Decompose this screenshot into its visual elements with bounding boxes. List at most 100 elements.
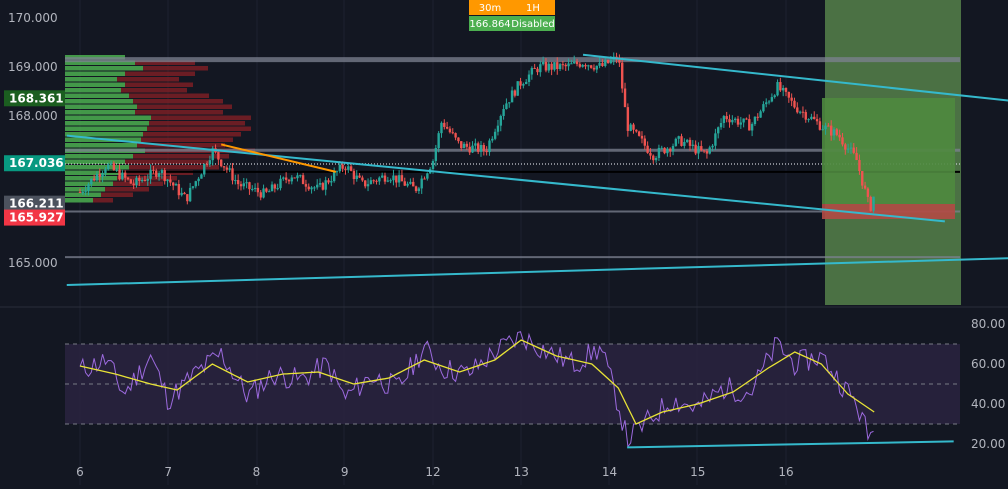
candle-body: [519, 81, 522, 86]
price-tick-label: 169.000: [8, 60, 58, 74]
candle-body: [434, 147, 438, 162]
candle-body: [544, 61, 548, 71]
candle-body: [169, 179, 172, 183]
candle-body: [711, 145, 714, 148]
profile-bar-down: [117, 77, 179, 82]
candle-body: [282, 177, 285, 179]
candle-body: [163, 170, 166, 182]
candle-body: [685, 139, 689, 142]
candle-body: [553, 62, 556, 70]
candle-body: [92, 178, 96, 181]
candle-body: [810, 116, 813, 120]
rsi-tick-label: 20.00: [971, 437, 1005, 451]
candle-body: [358, 175, 361, 178]
price-tick-label: 170.000: [8, 11, 58, 25]
candle-body: [516, 81, 519, 96]
profile-bar-down: [151, 115, 251, 120]
candle-body: [234, 180, 237, 182]
profile-bar-up: [65, 198, 93, 203]
candle-body: [265, 188, 268, 192]
profile-bar-down: [93, 198, 113, 203]
price-tick-label: 168.000: [8, 109, 58, 123]
candle-body: [855, 152, 858, 160]
candle-body: [330, 181, 333, 183]
candle-body: [412, 181, 415, 187]
candle-body: [866, 188, 870, 197]
position-target-area[interactable]: [822, 98, 955, 204]
candle-body: [180, 192, 183, 196]
candle-body: [829, 125, 833, 136]
candle-body: [380, 175, 384, 178]
candle-body: [149, 169, 152, 179]
candle-body: [471, 145, 474, 153]
candle-body: [623, 88, 627, 108]
candle-body: [796, 107, 799, 113]
candle-body: [541, 61, 545, 65]
candle-body: [589, 65, 593, 68]
candle-body: [121, 172, 124, 180]
candle-body: [200, 174, 203, 179]
candle-body: [118, 169, 121, 180]
candle-body: [598, 63, 601, 66]
time-tick-label: 9: [341, 465, 349, 479]
candle-body: [530, 68, 534, 75]
candle-body: [454, 133, 457, 138]
candle-body: [657, 147, 661, 158]
candle-body: [104, 169, 107, 174]
candle-body: [510, 90, 514, 103]
candle-body: [666, 148, 669, 154]
candle-body: [669, 148, 672, 152]
price-badge-label: 165.927: [9, 211, 64, 225]
candle-body: [649, 152, 652, 156]
candle-body: [414, 186, 418, 192]
profile-bar-up: [65, 110, 135, 115]
candle-body: [558, 64, 562, 69]
candle-body: [208, 160, 212, 165]
candle-body: [355, 175, 358, 180]
profile-bar-down: [133, 99, 223, 104]
candle-body: [776, 82, 779, 96]
candle-body: [327, 180, 330, 183]
profile-bar-down: [101, 192, 133, 197]
candle-body: [392, 175, 395, 181]
candle-body: [126, 177, 130, 180]
candle-body: [239, 184, 243, 187]
candle-body: [584, 64, 587, 67]
candle-body: [318, 183, 322, 185]
candle-body: [606, 60, 610, 64]
candle-body: [157, 173, 161, 177]
candle-body: [457, 137, 460, 142]
profile-bar-down: [147, 126, 251, 131]
candle-body: [304, 184, 308, 187]
profile-bar-down: [141, 137, 233, 142]
candle-body: [491, 138, 494, 141]
candle-body: [643, 138, 646, 146]
candle-body: [259, 192, 262, 198]
candle-body: [256, 187, 260, 193]
candle-body: [417, 188, 421, 192]
candle-body: [431, 161, 435, 169]
candle-body: [496, 125, 500, 132]
candle-body: [78, 191, 82, 193]
candle-body: [626, 107, 630, 131]
candle-body: [445, 126, 449, 129]
candle-body: [253, 187, 257, 189]
chart-root[interactable]: 170.000 169.000 168.000 165.000 80.00 60.00 4…: [0, 0, 1008, 485]
candle-body: [369, 180, 373, 185]
candle-body: [844, 144, 847, 150]
candle-body: [440, 122, 443, 134]
candle-body: [725, 116, 728, 120]
candle-body: [290, 177, 293, 182]
candle-body: [220, 159, 223, 167]
candle-body: [646, 145, 649, 153]
candle-body: [395, 175, 398, 183]
candle-body: [697, 146, 700, 154]
candle-body: [383, 175, 387, 182]
chart-canvas[interactable]: 170.000 169.000 168.000 165.000 80.00 60.00 4…: [0, 0, 1008, 485]
candle-body: [790, 97, 793, 101]
candle-body: [465, 143, 469, 147]
rsi-tick-label: 40.00: [971, 397, 1005, 411]
candle-body: [587, 65, 590, 67]
candle-body: [858, 159, 861, 171]
candle-body: [310, 187, 313, 190]
